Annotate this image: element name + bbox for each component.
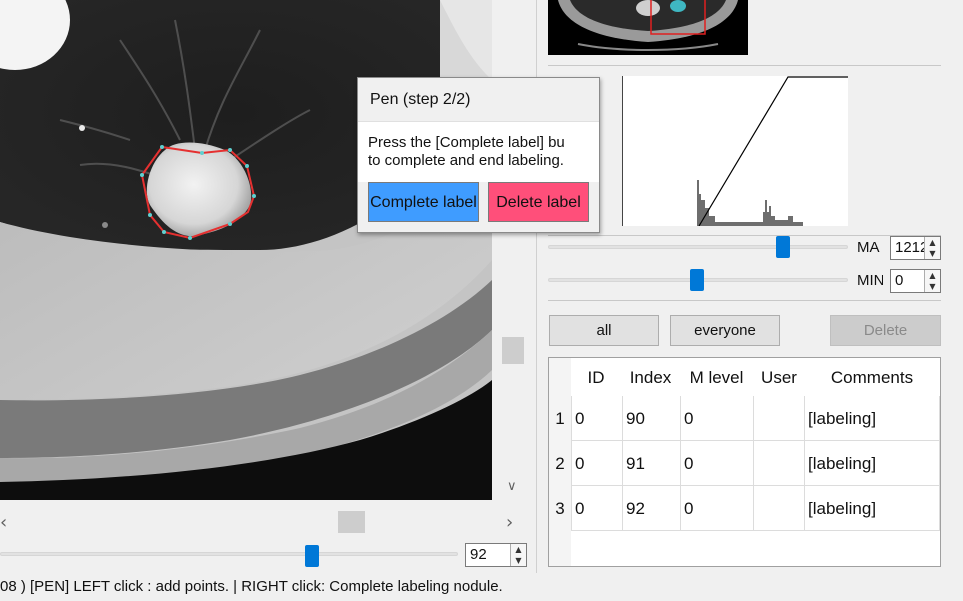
all-button[interactable]: all xyxy=(549,315,659,346)
grid-line xyxy=(571,485,940,486)
min-spinbox-value: 0 xyxy=(895,272,904,289)
spin-up-icon[interactable]: ▲ xyxy=(925,237,940,248)
slice-slider-track[interactable] xyxy=(0,552,458,556)
slice-spinbox-buttons[interactable]: ▲ ▼ xyxy=(510,544,526,566)
min-label: MIN xyxy=(857,272,883,289)
cell-comments[interactable]: [labeling] xyxy=(804,499,939,519)
ct-slice-image xyxy=(0,0,492,500)
cell-id[interactable]: 0 xyxy=(571,454,621,474)
cell-mlevel[interactable]: 0 xyxy=(680,409,753,429)
intensity-histogram[interactable] xyxy=(622,76,848,227)
cell-mlevel[interactable]: 0 xyxy=(680,499,753,519)
scroll-left-icon[interactable]: ‹ xyxy=(0,512,7,533)
vertical-scrollbar[interactable]: ∨ xyxy=(500,0,527,500)
everyone-button[interactable]: everyone xyxy=(670,315,780,346)
complete-label-button[interactable]: Complete label xyxy=(368,182,479,222)
pen-step-dialog[interactable]: Pen (step 2/2) Press the [Complete label… xyxy=(357,77,600,233)
labels-table[interactable]: ID Index M level User Comments 1 0 90 0 … xyxy=(548,357,941,567)
slice-spinbox[interactable]: 92 ▲ ▼ xyxy=(465,543,527,567)
min-spinbox[interactable]: 0 ▲ ▼ xyxy=(890,269,941,293)
cell-comments[interactable]: [labeling] xyxy=(804,454,939,474)
dialog-title: Pen (step 2/2) xyxy=(358,78,599,122)
separator xyxy=(548,300,941,301)
vertical-scroll-thumb[interactable] xyxy=(502,337,524,364)
delete-button[interactable]: Delete xyxy=(830,315,941,346)
histogram-chart xyxy=(623,76,848,227)
max-spinbox[interactable]: 1212 ▲ ▼ xyxy=(890,236,941,260)
cell-index[interactable]: 90 xyxy=(622,409,679,429)
spin-up-icon[interactable]: ▲ xyxy=(511,544,526,555)
row-number[interactable]: 2 xyxy=(549,454,571,474)
max-slider-track[interactable] xyxy=(548,245,848,249)
separator xyxy=(548,235,941,236)
horizontal-scrollbar[interactable]: ‹ › xyxy=(0,508,527,536)
spin-down-icon[interactable]: ▼ xyxy=(925,281,940,292)
spin-down-icon[interactable]: ▼ xyxy=(925,248,940,259)
grid-line xyxy=(571,530,940,531)
cell-index[interactable]: 91 xyxy=(622,454,679,474)
scroll-down-icon[interactable]: ∨ xyxy=(507,479,517,494)
max-label: MA xyxy=(857,239,880,256)
thumbnail-image xyxy=(548,0,748,55)
slice-spinbox-value: 92 xyxy=(470,546,487,563)
grid-line xyxy=(939,396,940,531)
grid-line xyxy=(571,440,940,441)
slice-slider-handle[interactable] xyxy=(305,545,319,567)
cell-id[interactable]: 0 xyxy=(571,409,621,429)
horizontal-scroll-thumb[interactable] xyxy=(338,511,365,533)
min-spinbox-buttons[interactable]: ▲ ▼ xyxy=(924,270,940,292)
dialog-message: Press the [Complete label] bu to complet… xyxy=(358,122,599,182)
col-header-id[interactable]: ID xyxy=(571,358,621,396)
status-bar: 08 ) [PEN] LEFT click : add points. | RI… xyxy=(0,575,963,601)
dialog-message-line-1: Press the [Complete label] bu xyxy=(368,134,565,151)
col-header-user[interactable]: User xyxy=(754,358,804,396)
grid-line xyxy=(753,396,754,531)
col-header-index[interactable]: Index xyxy=(622,358,679,396)
cell-comments[interactable]: [labeling] xyxy=(804,409,939,429)
spin-up-icon[interactable]: ▲ xyxy=(925,270,940,281)
scroll-right-icon[interactable]: › xyxy=(506,512,513,533)
cell-index[interactable]: 92 xyxy=(622,499,679,519)
delete-label-button[interactable]: Delete label xyxy=(488,182,589,222)
max-slider-handle[interactable] xyxy=(776,236,790,258)
app-window: ∨ ‹ › 92 ▲ ▼ 08 ) [PEN] LEFT click : add … xyxy=(0,0,963,601)
max-spinbox-buttons[interactable]: ▲ ▼ xyxy=(924,237,940,259)
status-text: 08 ) [PEN] LEFT click : add points. | RI… xyxy=(0,578,503,595)
row-number[interactable]: 1 xyxy=(549,409,571,429)
dialog-message-line-2: to complete and end labeling. xyxy=(368,152,564,169)
min-slider-handle[interactable] xyxy=(690,269,704,291)
overview-thumbnail[interactable] xyxy=(548,0,748,55)
separator xyxy=(548,65,941,66)
cell-id[interactable]: 0 xyxy=(571,499,621,519)
ct-image-viewport[interactable] xyxy=(0,0,492,500)
col-header-mlevel[interactable]: M level xyxy=(680,358,753,396)
spin-down-icon[interactable]: ▼ xyxy=(511,555,526,566)
cell-mlevel[interactable]: 0 xyxy=(680,454,753,474)
col-header-comments[interactable]: Comments xyxy=(805,358,939,396)
row-number[interactable]: 3 xyxy=(549,499,571,519)
